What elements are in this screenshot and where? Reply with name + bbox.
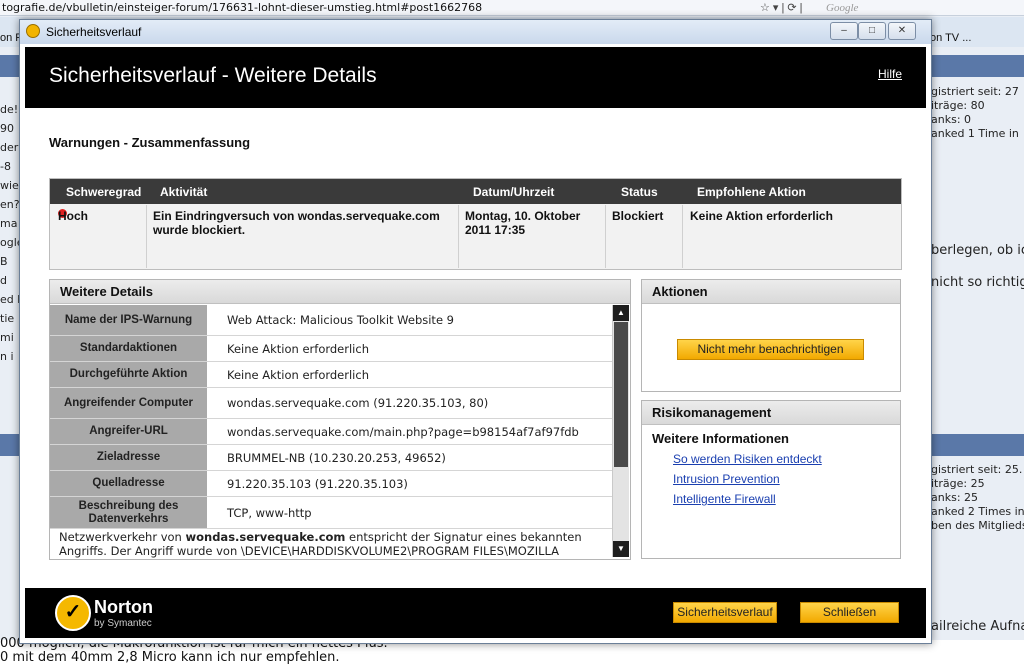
detail-value: BRUMMEL-NB (10.230.20.253, 49652): [227, 450, 446, 465]
maximize-button[interactable]: □: [858, 22, 886, 40]
warnings-table: Schweregrad Aktivität Datum/Uhrzeit Stat…: [49, 178, 902, 270]
action-cell: Keine Aktion erforderlich: [690, 209, 833, 223]
traffic-description: Netzwerkverkehr von wondas.servequake.co…: [59, 530, 582, 558]
norton-brand: Norton: [94, 597, 153, 617]
risk-panel-title: Risikomanagement: [642, 401, 900, 425]
col-severity: Schweregrad: [66, 185, 142, 199]
dialog-header: Sicherheitsverlauf - Weitere Details Hil…: [25, 47, 926, 108]
detail-label: Name der IPS-Warnung: [50, 305, 207, 335]
norton-sub-brand: by Symantec: [94, 618, 152, 629]
bg-user-info-1: gistriert seit: 27 iträge: 80 anks: 0 anked…: [931, 85, 1019, 140]
detail-row: Quelladresse 91.220.35.103 (91.220.35.103…: [50, 471, 612, 497]
bg-post-text-2: ailreiche Aufna: [931, 619, 1024, 634]
norton-checkmark-icon: ✓: [55, 595, 91, 631]
detail-value: TCP, www-http: [227, 505, 312, 520]
actions-panel-title: Aktionen: [642, 280, 900, 304]
help-link[interactable]: Hilfe: [878, 67, 902, 81]
detail-row: Angreifender Computer wondas.servequake.c…: [50, 388, 612, 419]
scroll-down-icon[interactable]: ▼: [613, 541, 629, 557]
norton-app-icon: [26, 24, 40, 38]
activity-cell: Ein Eindringversuch von wondas.servequak…: [153, 209, 440, 237]
actions-panel: Aktionen Nicht mehr benachrichtigen: [641, 279, 901, 392]
page-title: Sicherheitsverlauf - Weitere Details: [49, 64, 377, 87]
scrollbar-thumb[interactable]: [614, 322, 628, 467]
detail-value: Keine Aktion erforderlich: [227, 367, 369, 382]
risk-panel: Risikomanagement Weitere Informationen S…: [641, 400, 901, 559]
datetime-cell: Montag, 10. Oktober 2011 17:35: [465, 209, 581, 237]
bg-post-text: berlegen, ob ic nicht so richtig: [931, 243, 1024, 290]
link-smart-firewall[interactable]: Intelligente Firewall: [673, 492, 776, 506]
browser-url: tografie.de/vbulletin/einsteiger-forum/1…: [2, 1, 483, 14]
link-risk-detection[interactable]: So werden Risiken entdeckt: [673, 452, 822, 466]
details-panel-title: Weitere Details: [50, 280, 630, 304]
detail-row: Durchgeführte Aktion Keine Aktion erforde…: [50, 362, 612, 388]
detail-row: Beschreibung des Datenverkehrs TCP, www-h…: [50, 497, 612, 529]
details-scrollbar[interactable]: ▲ ▼: [612, 305, 629, 557]
security-history-dialog: Sicherheitsverlauf – □ ✕ Sicherheitsverl…: [19, 19, 932, 644]
scroll-up-icon[interactable]: ▲: [613, 305, 629, 321]
col-status: Status: [621, 185, 658, 199]
detail-label: Durchgeführte Aktion: [50, 362, 207, 387]
browser-nav-controls[interactable]: ☆ ▾ | ⟳ |: [760, 0, 803, 16]
browser-tab-right[interactable]: on TV ...: [930, 32, 971, 44]
detail-row: Standardaktionen Keine Aktion erforderlic…: [50, 336, 612, 362]
detail-row: Zieladresse BRUMMEL-NB (10.230.20.253, 49…: [50, 445, 612, 471]
divider: [682, 205, 683, 268]
detail-label: Quelladresse: [50, 471, 207, 496]
detail-value: Keine Aktion erforderlich: [227, 341, 369, 356]
divider: [458, 205, 459, 268]
more-info-heading: Weitere Informationen: [652, 431, 790, 446]
detail-label: Zieladresse: [50, 445, 207, 470]
detail-label: Angreifer-URL: [50, 419, 207, 444]
stop-notify-button[interactable]: Nicht mehr benachrichtigen: [677, 339, 864, 360]
bg-user-info-2: gistriert seit: 25. iträge: 25 anks: 25 ank…: [931, 463, 1024, 532]
detail-row: Name der IPS-Warnung Web Attack: Maliciou…: [50, 305, 612, 336]
warnings-table-header: Schweregrad Aktivität Datum/Uhrzeit Stat…: [50, 179, 901, 204]
browser-address-bar[interactable]: tografie.de/vbulletin/einsteiger-forum/1…: [0, 0, 1024, 16]
detail-label: Angreifender Computer: [50, 388, 207, 418]
link-intrusion-prevention[interactable]: Intrusion Prevention: [673, 472, 780, 486]
minimize-button[interactable]: –: [830, 22, 858, 40]
detail-label: Standardaktionen: [50, 336, 207, 361]
detail-row: Angreifer-URL wondas.servequake.com/main.…: [50, 419, 612, 445]
security-history-button[interactable]: Sicherheitsverlauf: [673, 602, 777, 623]
table-row[interactable]: Hoch Ein Eindringversuch von wondas.serv…: [50, 205, 901, 268]
dialog-titlebar[interactable]: Sicherheitsverlauf – □ ✕: [20, 20, 931, 44]
status-cell: Blockiert: [612, 209, 664, 223]
dialog-footer: ✓ Norton by Symantec Sicherheitsverlauf …: [25, 588, 926, 638]
detail-value: Web Attack: Malicious Toolkit Website 9: [227, 313, 454, 327]
col-datetime: Datum/Uhrzeit: [473, 185, 555, 199]
detail-value: wondas.servequake.com (91.220.35.103, 80…: [227, 396, 489, 410]
summary-title: Warnungen - Zusammenfassung: [49, 135, 251, 150]
divider: [605, 205, 606, 268]
close-button[interactable]: Schließen: [800, 602, 899, 623]
detail-label: Beschreibung des Datenverkehrs: [50, 497, 207, 528]
dialog-title: Sicherheitsverlauf: [46, 25, 142, 39]
bg-forum-bottom-text: 000 möglich, die Makrofunktion ist für m…: [0, 636, 1024, 667]
detail-value: 91.220.35.103 (91.220.35.103): [227, 476, 408, 491]
col-activity: Aktivität: [160, 185, 208, 199]
details-panel: Weitere Details Name der IPS-Warnung Web …: [49, 279, 631, 560]
detail-value: wondas.servequake.com/main.php?page=b981…: [227, 424, 579, 439]
col-action: Empfohlene Aktion: [697, 185, 806, 199]
browser-search-field[interactable]: Google: [826, 0, 858, 16]
divider: [146, 205, 147, 268]
close-window-button[interactable]: ✕: [888, 22, 916, 40]
